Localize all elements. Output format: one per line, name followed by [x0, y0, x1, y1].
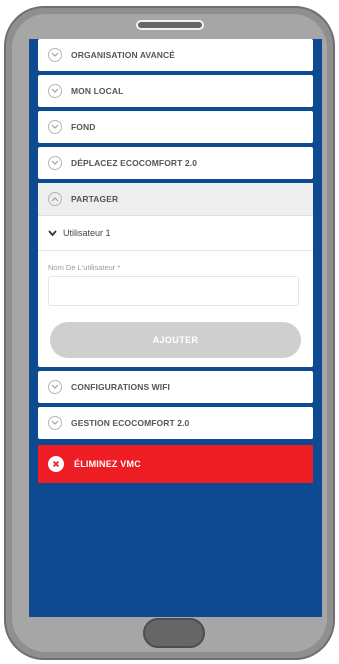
partager-header[interactable]: PARTAGER	[38, 183, 313, 216]
menu-item-label: FOND	[71, 122, 96, 132]
menu-item-gestion-ecocomfort[interactable]: GESTION ECOCOMFORT 2.0	[38, 407, 313, 439]
menu-item-configurations-wifi[interactable]: CONFIGURATIONS WIFI	[38, 371, 313, 403]
remove-vmc-label: ÉLIMINEZ VMC	[74, 459, 141, 469]
caret-down-icon	[48, 224, 57, 242]
menu-item-fond[interactable]: FOND	[38, 111, 313, 143]
chevron-down-icon	[48, 48, 62, 62]
chevron-down-icon	[48, 120, 62, 134]
menu-item-label: PARTAGER	[71, 194, 119, 204]
chevron-down-icon	[48, 416, 62, 430]
menu-item-organisation-avance[interactable]: ORGANISATION AVANCÉ	[38, 39, 313, 71]
username-field[interactable]	[48, 276, 299, 306]
user-form: Nom De L'utilisateur * AJOUTER	[38, 251, 313, 358]
chevron-down-icon	[48, 84, 62, 98]
add-button[interactable]: AJOUTER	[50, 322, 301, 358]
menu-item-mon-local[interactable]: MON LOCAL	[38, 75, 313, 107]
phone-speaker	[136, 20, 204, 30]
menu-item-deplacez-ecocomfort[interactable]: DÉPLACEZ ECOCOMFORT 2.0	[38, 147, 313, 179]
menu-item-partager-expanded: PARTAGER Utilisateur 1 Nom De L'utilisat…	[38, 183, 313, 367]
menu-item-label: MON LOCAL	[71, 86, 124, 96]
menu-item-label: GESTION ECOCOMFORT 2.0	[71, 418, 190, 428]
user-row[interactable]: Utilisateur 1	[38, 216, 313, 251]
menu-item-label: CONFIGURATIONS WIFI	[71, 382, 171, 392]
menu-item-label: ORGANISATION AVANCÉ	[71, 50, 176, 60]
menu-item-label: DÉPLACEZ ECOCOMFORT 2.0	[71, 158, 198, 168]
remove-vmc-button[interactable]: ÉLIMINEZ VMC	[38, 445, 313, 483]
username-field-label: Nom De L'utilisateur *	[48, 263, 121, 272]
chevron-down-icon	[48, 380, 62, 394]
chevron-down-icon	[48, 156, 62, 170]
app-screen: ORGANISATION AVANCÉ MON LOCAL FOND DÉPLA…	[29, 39, 322, 617]
chevron-up-icon	[48, 192, 62, 206]
user-label: Utilisateur 1	[63, 228, 111, 238]
close-icon	[48, 456, 64, 472]
home-button[interactable]	[143, 618, 205, 648]
